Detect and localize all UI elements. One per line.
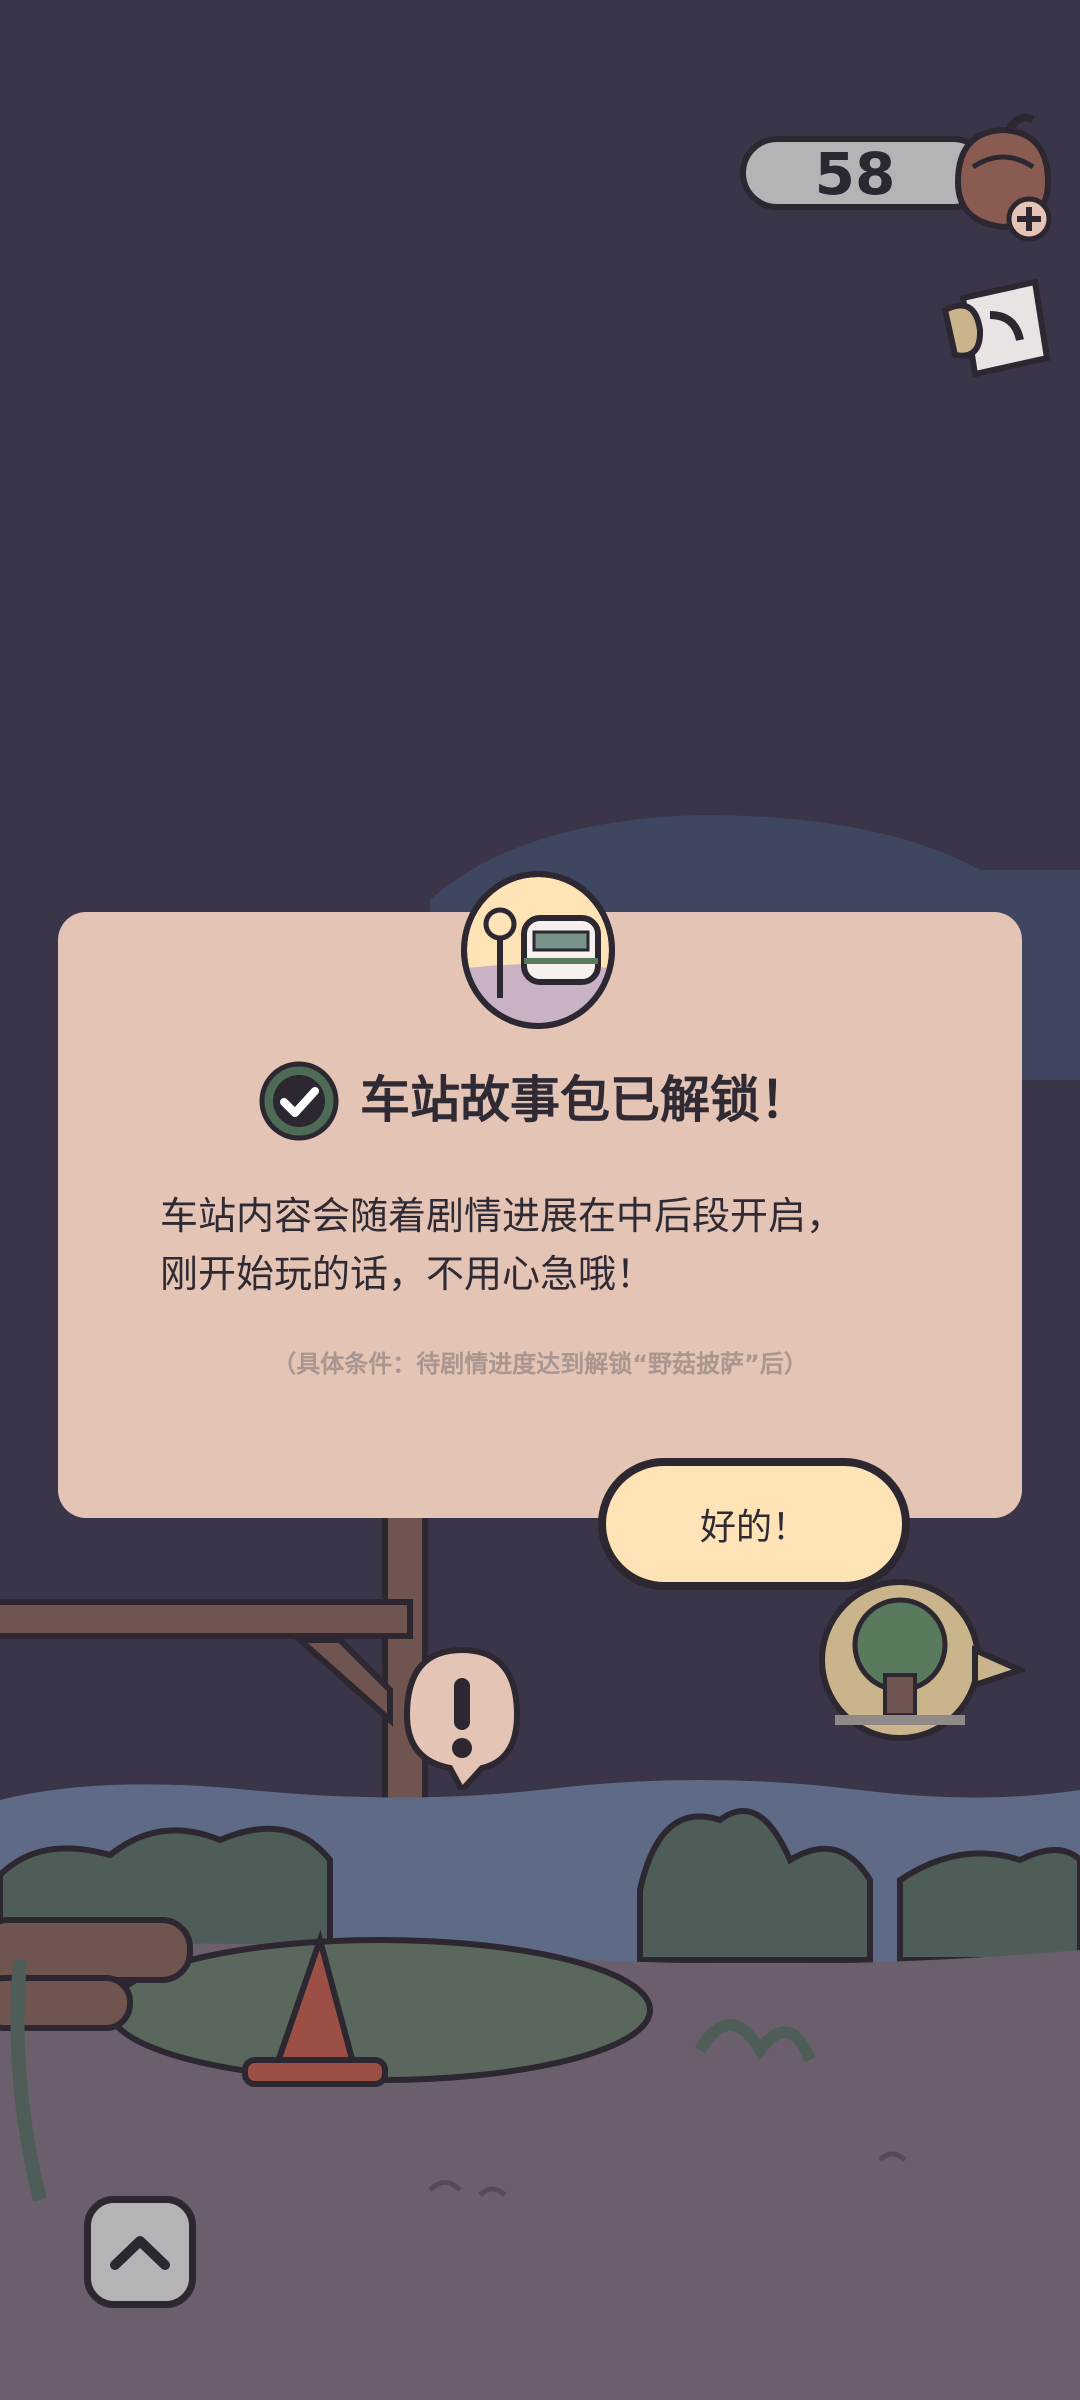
- scroll-up-button[interactable]: [84, 2196, 196, 2308]
- exclamation-icon[interactable]: [392, 1640, 532, 1796]
- plus-icon[interactable]: [1005, 195, 1053, 243]
- check-circle-icon: [258, 1060, 340, 1142]
- station-badge-icon: [458, 868, 618, 1030]
- dialog-condition-note: （具体条件：待剧情进度达到解锁“野菇披萨”后）: [272, 1350, 808, 1378]
- ok-button[interactable]: 好的！: [598, 1458, 910, 1590]
- dialog-body-line-2: 刚开始玩的话，不用心急哦！: [160, 1252, 655, 1296]
- ok-button-label: 好的！: [699, 1507, 808, 1548]
- journal-icon[interactable]: [935, 270, 1055, 390]
- dialog-title: 车站故事包已解锁！: [360, 1071, 810, 1129]
- tree-house-icon[interactable]: [815, 1575, 1029, 1745]
- game-screen: 58 车站故事包已解锁！ 车站内容会随着剧情进展在中后段开启， 刚开始玩的话，不…: [0, 0, 1080, 2400]
- currency-value: 58: [814, 140, 896, 208]
- dialog-body-line-1: 车站内容会随着剧情进展在中后段开启，: [160, 1194, 845, 1238]
- chevron-up-icon: [110, 2236, 170, 2270]
